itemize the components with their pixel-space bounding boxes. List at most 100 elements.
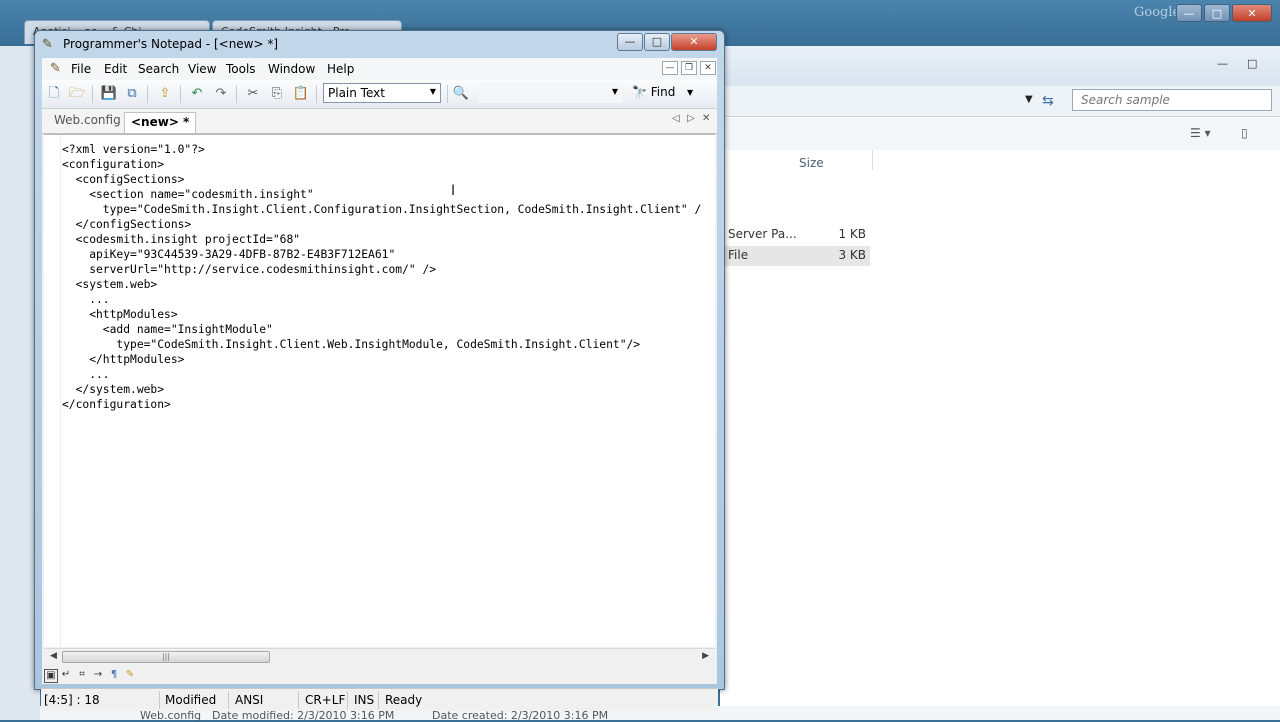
scheme-select[interactable]: Plain Text ▼ <box>323 83 441 103</box>
explorer-search-input[interactable]: Search sample <box>1072 89 1272 111</box>
explorer-window: — □ ▼ ⇆ Search sample ☰ ▾ ▯ Size Server … <box>720 46 1280 706</box>
undo-icon[interactable]: ↶ <box>188 85 206 103</box>
menu-help[interactable]: Help <box>327 62 354 76</box>
explorer-maximize-icon[interactable]: □ <box>1247 57 1257 70</box>
toolbar: 🗋 🗁 💾 ⧉ ⇪ ↶ ↷ ✂ ⎘ 📋 Plain Text ▼ 🔍 ▼ 🔭 F… <box>42 80 717 109</box>
find-button[interactable]: 🔭 Find <box>632 85 675 99</box>
tab-scroll-left-icon[interactable]: ◁ <box>672 113 680 124</box>
pen-icon[interactable]: ✎ <box>124 669 136 681</box>
refresh-icon[interactable]: ⇆ <box>1042 93 1060 111</box>
google-label: Google <box>1134 5 1181 20</box>
save-icon[interactable]: 💾 <box>100 85 118 103</box>
line-numbers-icon[interactable]: ⌗ <box>76 669 88 681</box>
code-line[interactable]: <configSections> <box>62 173 185 186</box>
code-line[interactable]: type="CodeSmith.Insight.Client.Web.Insig… <box>62 338 640 351</box>
code-line[interactable]: <configuration> <box>62 158 164 171</box>
explorer-minimize-icon[interactable]: — <box>1217 57 1228 70</box>
code-line[interactable]: <?xml version="1.0"?> <box>62 143 205 156</box>
chevron-down-icon: ▼ <box>429 87 436 96</box>
code-line[interactable]: ... <box>62 293 109 306</box>
tab-arrow-icon[interactable]: → <box>92 669 104 681</box>
scroll-left-icon[interactable]: ◀ <box>50 651 57 661</box>
toolbar-separator <box>447 85 448 103</box>
file-size: 3 KB <box>838 248 866 262</box>
status-encoding: ANSI <box>235 693 264 707</box>
status-insert-mode: INS <box>354 693 375 707</box>
background-close-button[interactable]: ✕ <box>1232 4 1272 22</box>
output-toolbar: ▣ ↵ ⌗ → ¶ ✎ <box>42 667 717 684</box>
menu-tools[interactable]: Tools <box>226 62 256 76</box>
column-header-size[interactable]: Size <box>799 156 824 170</box>
status-divider <box>298 691 299 709</box>
word-wrap-icon[interactable]: ↵ <box>60 669 72 681</box>
find-in-files-icon[interactable]: 🔍 <box>452 85 470 103</box>
status-divider <box>347 691 348 709</box>
new-file-icon[interactable]: 🗋 <box>45 85 63 103</box>
view-options-icon[interactable]: ☰ ▾ ▯ <box>1190 126 1248 140</box>
toolbar-separator <box>147 85 148 103</box>
scroll-right-icon[interactable]: ▶ <box>702 651 709 661</box>
tab-new[interactable]: <new> * <box>124 112 197 133</box>
code-line[interactable]: apiKey="93C44539-3A29-4DFB-87B2-E4B3F712… <box>62 248 395 261</box>
status-position: [4:5] : 18 <box>44 693 100 707</box>
code-line[interactable]: </system.web> <box>62 383 164 396</box>
mdi-restore-icon[interactable]: ❐ <box>681 61 697 75</box>
address-dropdown-icon[interactable]: ▼ <box>1025 94 1033 105</box>
menu-window[interactable]: Window <box>268 62 315 76</box>
editor-text[interactable]: <?xml version="1.0"?> <configuration> <c… <box>62 142 701 412</box>
code-editor[interactable]: <?xml version="1.0"?> <configuration> <c… <box>44 134 715 647</box>
menu-search[interactable]: Search <box>138 62 179 76</box>
file-row-selected[interactable]: File 3 KB <box>720 246 870 266</box>
document-pen-icon[interactable]: ✎ <box>50 61 61 76</box>
mdi-minimize-icon[interactable]: — <box>662 61 678 75</box>
tab-scroll-right-icon[interactable]: ▷ <box>687 113 695 124</box>
file-size: 1 KB <box>838 227 866 241</box>
code-line[interactable]: serverUrl="http://service.codesmithinsig… <box>62 263 436 276</box>
code-line[interactable]: </configSections> <box>62 218 192 231</box>
toolbar-separator <box>92 85 93 103</box>
maximize-button[interactable]: □ <box>644 33 670 51</box>
menu-file[interactable]: File <box>71 62 91 76</box>
open-file-icon[interactable]: 🗁 <box>68 85 86 103</box>
find-combo-input[interactable]: ▼ <box>478 83 622 103</box>
status-divider <box>228 691 229 709</box>
cut-icon[interactable]: ✂ <box>244 85 262 103</box>
code-line[interactable]: </httpModules> <box>62 353 184 366</box>
pen-notepad-icon: ✎ <box>42 37 53 52</box>
file-row[interactable]: Server Pa... 1 KB <box>720 225 870 245</box>
tab-web-config[interactable]: Web.config <box>54 113 121 127</box>
toolbar-separator <box>236 85 237 103</box>
horizontal-scrollbar[interactable]: ◀ ||| ▶ <box>44 648 715 666</box>
redo-icon[interactable]: ↷ <box>212 85 230 103</box>
code-line[interactable]: <codesmith.insight projectId="68" <box>62 233 300 246</box>
save-all-icon[interactable]: ⧉ <box>123 85 141 103</box>
code-line[interactable]: <add name="InsightModule" <box>62 323 273 336</box>
close-button[interactable]: ✕ <box>671 33 717 51</box>
code-line[interactable]: </configuration> <box>62 398 171 411</box>
copy-icon[interactable]: ⎘ <box>268 85 286 103</box>
background-minimize-button[interactable]: — <box>1176 4 1202 22</box>
paste-icon[interactable]: 📋 <box>292 85 310 103</box>
find-dropdown-icon[interactable]: ▼ <box>687 88 693 97</box>
output-window-icon[interactable]: ▣ <box>44 669 58 683</box>
status-divider <box>159 691 160 709</box>
minimize-button[interactable]: — <box>617 33 643 51</box>
status-line-endings: CR+LF <box>305 693 346 707</box>
scrollbar-thumb[interactable]: ||| <box>62 651 270 663</box>
open-folder-icon[interactable]: ⇪ <box>156 85 174 103</box>
status-bar: [4:5] : 18 Modified ANSI CR+LF INS Ready <box>41 688 718 711</box>
background-maximize-button[interactable]: □ <box>1204 4 1230 22</box>
editor-margin <box>44 135 61 647</box>
menu-view[interactable]: View <box>188 62 216 76</box>
whitespace-icon[interactable]: ¶ <box>108 669 120 681</box>
tab-close-icon[interactable]: ✕ <box>702 113 710 124</box>
status-divider <box>378 691 379 709</box>
code-line[interactable]: <section name="codesmith.insight" <box>62 188 313 201</box>
code-line[interactable]: ... <box>62 368 109 381</box>
code-line[interactable]: <httpModules> <box>62 308 177 321</box>
code-line[interactable]: <system.web> <box>62 278 158 291</box>
mdi-close-icon[interactable]: ✕ <box>700 61 716 75</box>
status-modified: Modified <box>165 693 217 707</box>
menu-edit[interactable]: Edit <box>104 62 127 76</box>
code-line[interactable]: type="CodeSmith.Insight.Client.Configura… <box>62 203 702 216</box>
